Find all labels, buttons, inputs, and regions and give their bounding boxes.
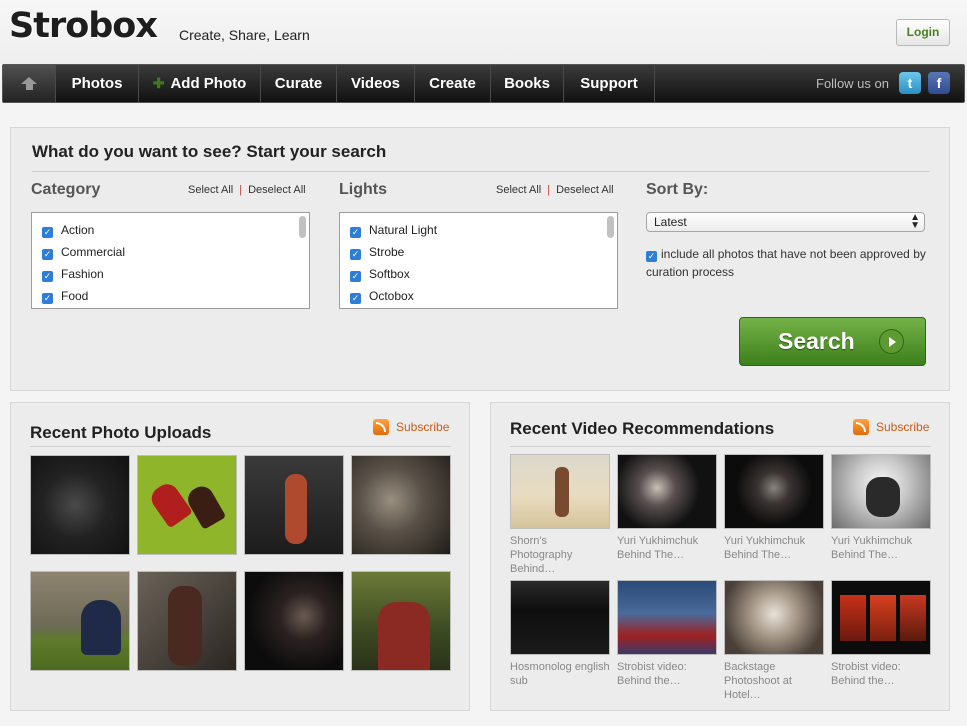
site-header: Strobox Create, Share, Learn Login bbox=[0, 0, 967, 64]
search-panel: What do you want to see? Start your sear… bbox=[10, 127, 950, 391]
video-thumbnail[interactable] bbox=[617, 454, 717, 529]
category-select-all[interactable]: Select All bbox=[188, 184, 233, 196]
checkbox-checked-icon[interactable]: ✓ bbox=[42, 227, 53, 238]
facebook-icon[interactable]: f bbox=[928, 72, 950, 94]
checkbox-checked-icon[interactable]: ✓ bbox=[646, 251, 657, 262]
search-button[interactable]: Search bbox=[739, 317, 926, 366]
video-thumbnail[interactable] bbox=[510, 454, 610, 529]
approval-label: include all photos that have not been ap… bbox=[646, 247, 926, 279]
divider bbox=[510, 446, 931, 447]
select-arrows-icon: ▲ ▼ bbox=[910, 212, 920, 231]
photo-thumbnail[interactable] bbox=[30, 571, 130, 671]
nav-create[interactable]: Create bbox=[415, 65, 491, 102]
checkbox-checked-icon[interactable]: ✓ bbox=[42, 271, 53, 282]
video-caption[interactable]: Strobist video: Behind the… bbox=[617, 660, 687, 688]
video-caption[interactable]: Yuri Yukhimchuk Behind The… bbox=[831, 534, 912, 562]
lights-item[interactable]: ✓ Softbox bbox=[340, 263, 617, 285]
video-caption[interactable]: Yuri Yukhimchuk Behind The… bbox=[724, 534, 805, 562]
video-thumbnail[interactable] bbox=[617, 580, 717, 655]
video-caption[interactable]: Backstage Photoshoot at Hotel… bbox=[724, 660, 792, 702]
twitter-icon[interactable]: t bbox=[899, 72, 921, 94]
photos-subscribe-link[interactable]: Subscribe bbox=[373, 419, 449, 435]
category-item[interactable]: ✓ Action bbox=[32, 219, 309, 241]
nav-photos[interactable]: Photos bbox=[56, 65, 139, 102]
home-button[interactable] bbox=[3, 65, 56, 102]
lights-list[interactable]: ✓ Natural Light ✓ Strobe ✓ Softbox ✓ Octobox bbox=[339, 212, 618, 309]
recent-photos-panel: Recent Photo Uploads Subscribe bbox=[10, 402, 470, 711]
checkbox-checked-icon[interactable]: ✓ bbox=[350, 293, 361, 304]
category-heading: Category bbox=[31, 181, 101, 198]
nav-books[interactable]: Books bbox=[491, 65, 564, 102]
sort-heading: Sort By: bbox=[646, 181, 709, 198]
nav-add-photo-label: Add Photo bbox=[170, 75, 247, 92]
nav-videos[interactable]: Videos bbox=[337, 65, 415, 102]
lights-deselect-all[interactable]: Deselect All bbox=[556, 184, 613, 196]
category-list[interactable]: ✓ Action ✓ Commercial ✓ Fashion ✓ Food bbox=[31, 212, 310, 309]
lights-select-links: Select All | Deselect All bbox=[496, 184, 614, 196]
sort-selected-value: Latest bbox=[654, 215, 687, 229]
video-thumbnail[interactable] bbox=[510, 580, 610, 655]
video-caption[interactable]: Strobist video: Behind the… bbox=[831, 660, 901, 688]
photo-thumbnail[interactable] bbox=[30, 455, 130, 555]
lights-item[interactable]: ✓ Strobe bbox=[340, 241, 617, 263]
plus-icon: ✚ bbox=[152, 75, 165, 91]
search-button-label: Search bbox=[778, 328, 855, 354]
category-deselect-all[interactable]: Deselect All bbox=[248, 184, 305, 196]
photo-thumbnail[interactable] bbox=[351, 455, 451, 555]
category-select-links: Select All | Deselect All bbox=[188, 184, 306, 196]
videos-subscribe-link[interactable]: Subscribe bbox=[853, 419, 929, 435]
video-caption[interactable]: Hosmonolog english sub bbox=[510, 660, 610, 688]
checkbox-checked-icon[interactable]: ✓ bbox=[42, 293, 53, 304]
site-logo[interactable]: Strobox bbox=[9, 6, 158, 46]
lights-item[interactable]: ✓ Natural Light bbox=[340, 219, 617, 241]
recent-photos-title: Recent Photo Uploads bbox=[30, 423, 212, 442]
rss-icon bbox=[853, 419, 869, 435]
video-thumbnail[interactable] bbox=[831, 454, 931, 529]
video-thumbnail[interactable] bbox=[724, 580, 824, 655]
category-item[interactable]: ✓ Fashion bbox=[32, 263, 309, 285]
photo-thumbnail[interactable] bbox=[137, 571, 237, 671]
tagline: Create, Share, Learn bbox=[179, 27, 310, 43]
divider bbox=[30, 446, 451, 447]
nav-support[interactable]: Support bbox=[564, 65, 655, 102]
checkbox-checked-icon[interactable]: ✓ bbox=[350, 249, 361, 260]
video-thumbnail[interactable] bbox=[831, 580, 931, 655]
category-item[interactable]: ✓ Commercial bbox=[32, 241, 309, 263]
rss-icon bbox=[373, 419, 389, 435]
checkbox-checked-icon[interactable]: ✓ bbox=[350, 271, 361, 282]
search-title: What do you want to see? Start your sear… bbox=[32, 142, 387, 161]
recent-videos-title: Recent Video Recommendations bbox=[510, 419, 775, 438]
nav-curate[interactable]: Curate bbox=[261, 65, 337, 102]
login-button[interactable]: Login bbox=[896, 19, 950, 46]
photo-thumbnail[interactable] bbox=[244, 571, 344, 671]
lights-item[interactable]: ✓ Octobox bbox=[340, 285, 617, 307]
scrollbar[interactable] bbox=[299, 216, 306, 238]
photo-thumbnail[interactable] bbox=[137, 455, 237, 555]
video-caption[interactable]: Shorn's Photography Behind… bbox=[510, 534, 572, 576]
checkbox-checked-icon[interactable]: ✓ bbox=[350, 227, 361, 238]
divider bbox=[32, 171, 930, 172]
video-thumbnail[interactable] bbox=[724, 454, 824, 529]
nav-add-photo[interactable]: ✚ Add Photo bbox=[139, 65, 261, 102]
checkbox-checked-icon[interactable]: ✓ bbox=[42, 249, 53, 260]
photo-thumbnail[interactable] bbox=[244, 455, 344, 555]
lights-select-all[interactable]: Select All bbox=[496, 184, 541, 196]
video-caption[interactable]: Yuri Yukhimchuk Behind The… bbox=[617, 534, 698, 562]
recent-videos-panel: Recent Video Recommendations Subscribe S… bbox=[490, 402, 950, 711]
category-item[interactable]: ✓ Food bbox=[32, 285, 309, 307]
home-icon bbox=[21, 77, 37, 84]
follow-us-label: Follow us on bbox=[816, 76, 889, 91]
arrow-right-icon bbox=[879, 329, 904, 354]
scrollbar[interactable] bbox=[607, 216, 614, 238]
lights-heading: Lights bbox=[339, 181, 387, 198]
photo-thumbnail[interactable] bbox=[351, 571, 451, 671]
approval-option[interactable]: ✓ include all photos that have not been a… bbox=[646, 245, 936, 281]
sort-select[interactable]: Latest ▲ ▼ bbox=[646, 212, 925, 232]
main-nav: Photos ✚ Add Photo Curate Videos Create B… bbox=[2, 64, 965, 103]
